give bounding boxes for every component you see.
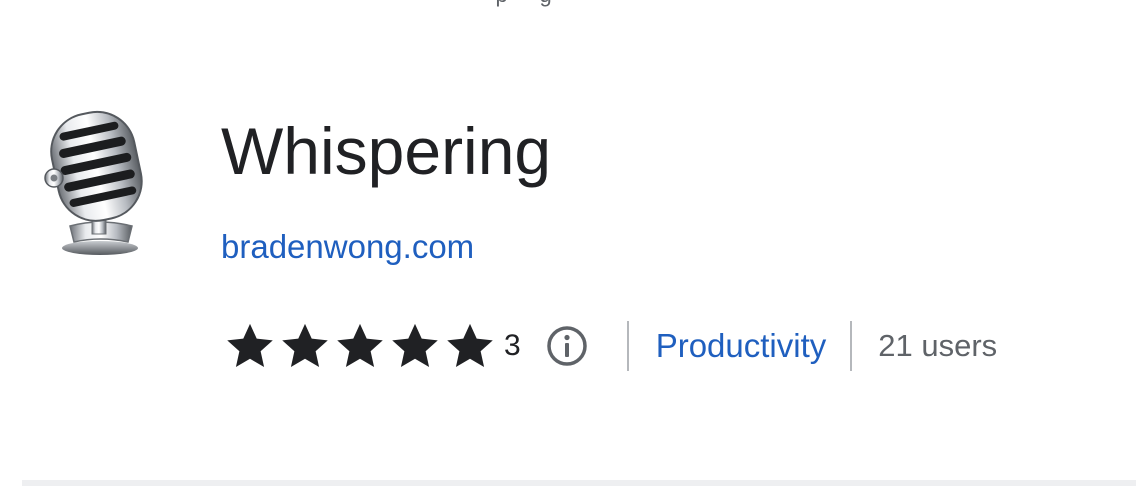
divider — [850, 321, 853, 371]
clipped-heading-text: · p ·· g · — [480, 0, 568, 8]
star-icon — [227, 323, 273, 368]
section-divider — [22, 480, 1136, 486]
user-count: 21 users — [878, 328, 998, 363]
publisher-link[interactable]: bradenwong.com — [221, 226, 474, 268]
info-icon[interactable] — [545, 324, 589, 368]
star-icon — [337, 323, 383, 368]
star-icon — [392, 323, 438, 368]
extension-meta-row: 3 Productivity 21 users — [224, 320, 997, 372]
extension-title: Whispering — [221, 114, 552, 188]
microphone-icon — [44, 110, 143, 255]
star-rating — [224, 320, 496, 372]
divider — [626, 321, 629, 371]
star-icon — [282, 323, 328, 368]
rating-count: 3 — [504, 329, 521, 362]
category-link[interactable]: Productivity — [656, 327, 827, 365]
star-icon — [447, 323, 493, 368]
